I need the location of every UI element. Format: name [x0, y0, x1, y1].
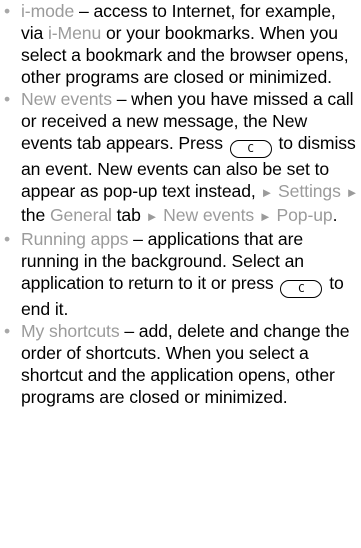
c-key-icon: C: [229, 140, 272, 158]
term-i-mode: i-mode: [21, 1, 75, 21]
list-item-new-events: • New events – when you have missed a ca…: [0, 88, 361, 228]
arrow-icon: ►: [258, 209, 272, 224]
document-page: • i-mode – access to Internet, for examp…: [0, 0, 361, 548]
item-text: the: [21, 205, 50, 225]
link-i-menu: i-Menu: [47, 23, 102, 43]
list-item-i-mode: • i-mode – access to Internet, for examp…: [0, 0, 361, 88]
list-item-my-shortcuts: • My shortcuts – add, delete and change …: [0, 320, 361, 408]
bullet: •: [4, 321, 11, 341]
path-general: General: [49, 205, 112, 225]
term-new-events: New events: [21, 89, 112, 109]
item-text: tab: [111, 205, 146, 225]
list-item-running-apps: • Running apps – applications that are r…: [0, 228, 361, 320]
arrow-icon: ►: [345, 185, 359, 200]
bullet: •: [4, 1, 11, 21]
feature-list: • i-mode – access to Internet, for examp…: [0, 0, 361, 408]
c-key-icon: C: [280, 280, 323, 298]
path-pop-up: Pop-up: [276, 205, 333, 225]
path-new-events: New events: [163, 205, 255, 225]
term-running-apps: Running apps: [21, 229, 129, 249]
bullet: •: [4, 89, 11, 109]
arrow-icon: ►: [260, 185, 274, 200]
bullet: •: [4, 229, 11, 249]
term-my-shortcuts: My shortcuts: [21, 321, 120, 341]
path-settings: Settings: [278, 181, 341, 201]
arrow-icon: ►: [145, 209, 159, 224]
item-text: .: [332, 205, 338, 225]
